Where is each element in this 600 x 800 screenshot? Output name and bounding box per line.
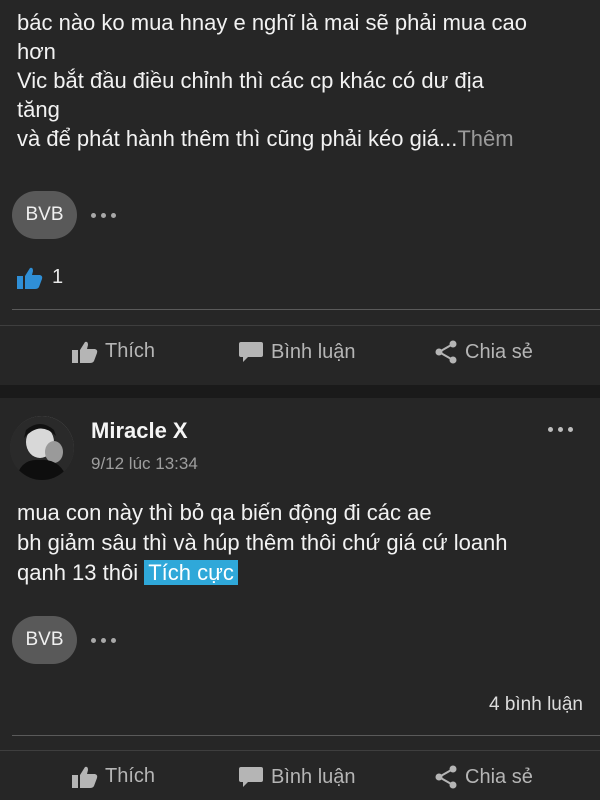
thumbs-up-icon (17, 267, 43, 289)
post-text-line: tăng (17, 97, 60, 122)
post-text: bác nào ko mua hnay e nghĩ là mai sẽ phả… (0, 0, 600, 153)
more-options-icon[interactable] (548, 427, 573, 432)
share-button[interactable]: Chia sẻ (434, 765, 533, 789)
stock-tag-row: BVB (12, 616, 116, 664)
share-icon (435, 765, 457, 789)
comment-bubble-icon (239, 767, 263, 787)
divider (12, 309, 600, 310)
divider (0, 325, 600, 326)
avatar-photo (10, 416, 74, 480)
stock-tag-row: BVB (12, 191, 116, 239)
thumbs-up-icon (72, 766, 98, 788)
comment-button[interactable]: Bình luận (238, 765, 356, 789)
share-label: Chia sẻ (465, 765, 533, 788)
comment-bubble-icon (239, 342, 263, 362)
stock-tag-chip[interactable]: BVB (12, 616, 77, 664)
comment-count[interactable]: 4 bình luận (489, 694, 583, 716)
post-text-line: bác nào ko mua hnay e nghĩ là mai sẽ phả… (17, 10, 527, 35)
post-text-line: hơn (17, 39, 56, 64)
stock-tag-chip[interactable]: BVB (12, 191, 77, 239)
avatar[interactable] (10, 416, 74, 480)
like-label: Thích (105, 765, 156, 787)
post-text-line: bh giảm sâu thì và húp thêm thôi chứ giá… (17, 530, 508, 555)
share-button[interactable]: Chia sẻ (434, 340, 533, 364)
post-text: mua con này thì bỏ qa biến động đi các a… (17, 498, 508, 588)
like-button[interactable]: Thích (72, 340, 155, 363)
sentiment-badge: Tích cực (144, 560, 238, 585)
post-text-line: và để phát hành thêm thì cũng phải kéo g… (17, 124, 583, 153)
like-count: 1 (52, 266, 64, 288)
share-icon (435, 340, 457, 364)
like-label: Thích (105, 340, 156, 362)
divider (12, 735, 600, 736)
post-card: Miracle X 9/12 lúc 13:34 mua con này thì… (0, 398, 600, 800)
post-text-line-end: qanh 13 thôi (17, 560, 145, 585)
comment-button[interactable]: Bình luận (238, 340, 356, 364)
comment-label: Bình luận (271, 340, 356, 363)
see-more-link[interactable]: Thêm (457, 126, 513, 151)
like-button[interactable]: Thích (72, 765, 155, 788)
share-label: Chia sẻ (465, 340, 533, 363)
post-text-line: Vic bắt đầu điều chỉnh thì các cp khác c… (17, 68, 484, 93)
tag-more-icon[interactable] (91, 637, 116, 643)
feed: bác nào ko mua hnay e nghĩ là mai sẽ phả… (0, 0, 600, 800)
post-text-line: mua con này thì bỏ qa biến động đi các a… (17, 500, 432, 525)
post-text-line-end: và để phát hành thêm thì cũng phải kéo g… (17, 126, 458, 151)
post-timestamp: 9/12 lúc 13:34 (91, 454, 198, 473)
thumbs-up-icon (72, 341, 98, 363)
tag-more-icon[interactable] (91, 212, 116, 218)
like-summary[interactable]: 1 (17, 266, 63, 289)
post-card: bác nào ko mua hnay e nghĩ là mai sẽ phả… (0, 0, 600, 385)
author-name[interactable]: Miracle X (91, 418, 188, 444)
divider (0, 750, 600, 751)
comment-label: Bình luận (271, 765, 356, 788)
post-text-line: qanh 13 thôi Tích cực (17, 558, 508, 588)
